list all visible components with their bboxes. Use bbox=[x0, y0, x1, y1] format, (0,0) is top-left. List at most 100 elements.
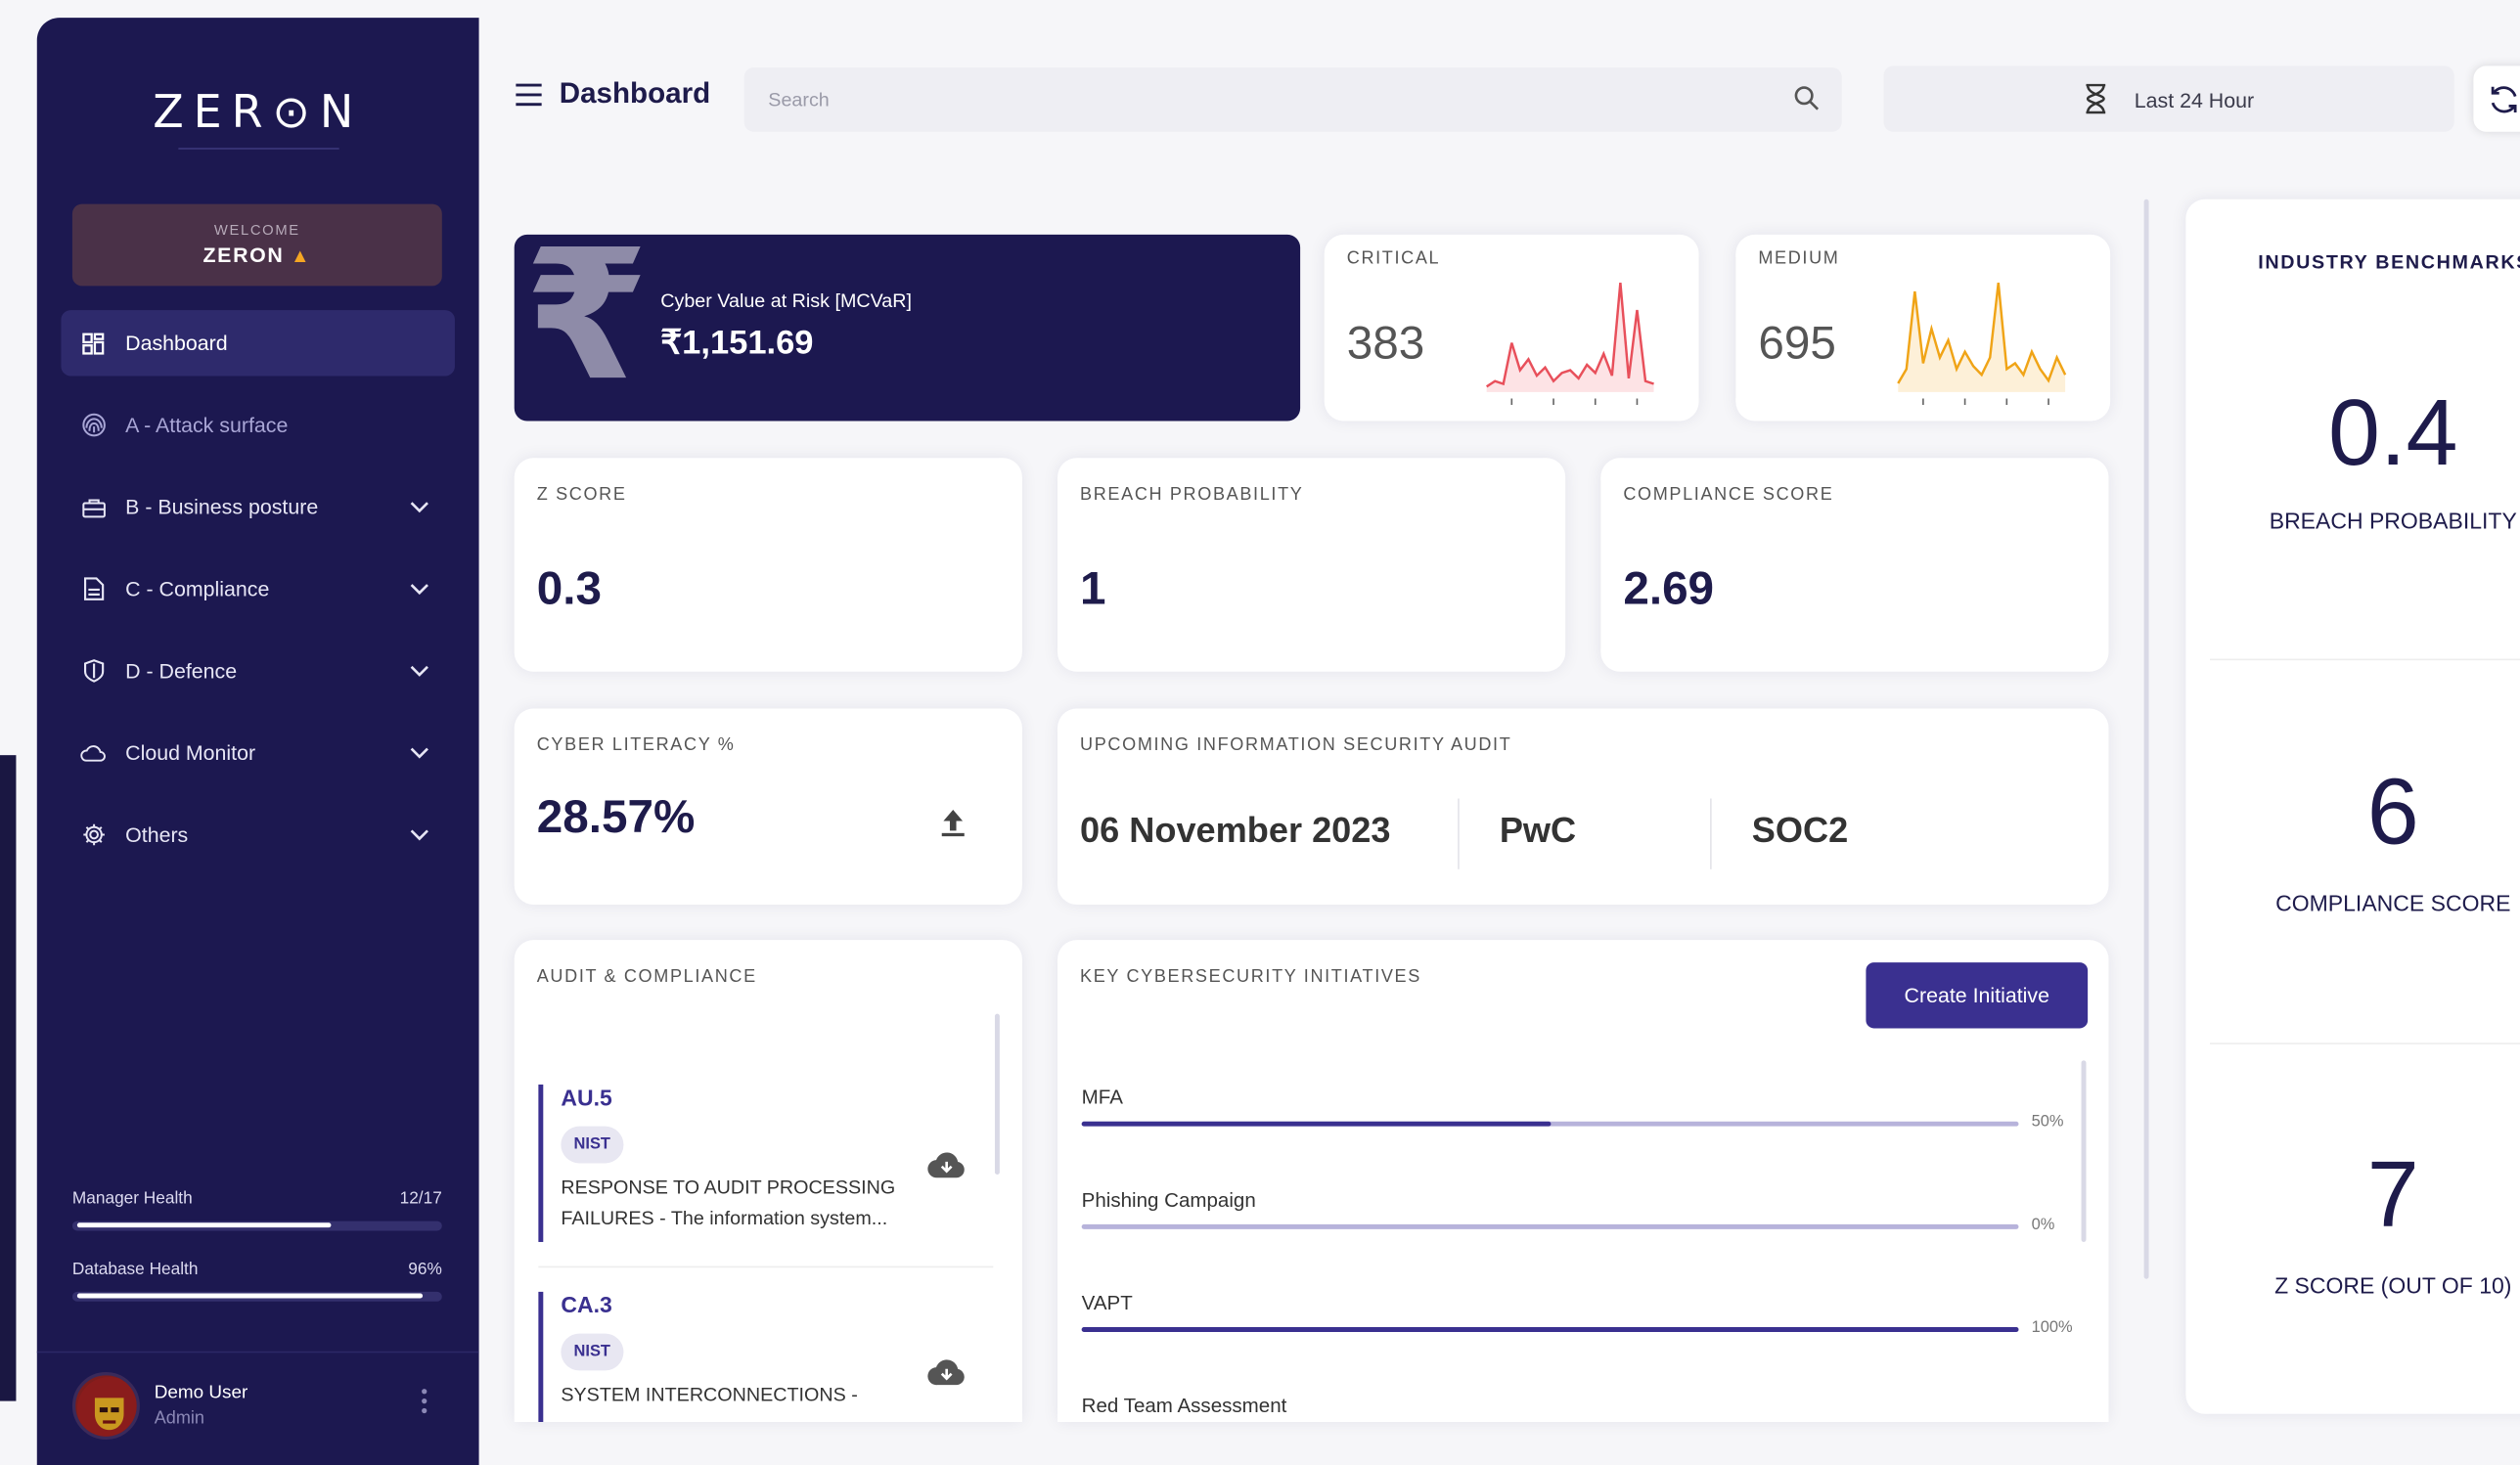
scrollbar[interactable] bbox=[2081, 1060, 2087, 1242]
benchmark-label: Z SCORE (OUT OF 10) bbox=[2274, 1272, 2512, 1299]
database-health-label: Database Health bbox=[71, 1260, 199, 1279]
chevron-down-icon[interactable] bbox=[410, 659, 429, 684]
page-title: Dashboard bbox=[515, 77, 710, 111]
list-item[interactable]: AU.5 NIST RESPONSE TO AUDIT PROCESSING FA… bbox=[538, 1084, 993, 1242]
breach-probability-label: BREACH PROBABILITY bbox=[1080, 485, 1304, 505]
benchmarks-title: INDUSTRY BENCHMARKS bbox=[2258, 250, 2520, 274]
scrollbar[interactable] bbox=[2143, 199, 2149, 1279]
logo: ZER⊙N bbox=[37, 85, 479, 138]
sidebar-item-others[interactable]: Others bbox=[61, 802, 455, 867]
sidebar-item-label: B - Business posture bbox=[125, 495, 319, 519]
cloud-download-icon[interactable] bbox=[927, 1150, 966, 1187]
initiative-item[interactable]: Red Team Assessment bbox=[1082, 1395, 2022, 1417]
cyber-literacy-label: CYBER LITERACY % bbox=[536, 735, 736, 756]
sidebar-item-label: Others bbox=[125, 822, 189, 847]
manager-health-value: 12/17 bbox=[399, 1188, 442, 1209]
sidebar-item-business-posture[interactable]: B - Business posture bbox=[61, 474, 455, 540]
z-score-label: Z SCORE bbox=[536, 485, 627, 505]
initiative-percent: 0% bbox=[2031, 1216, 2055, 1234]
avatar[interactable] bbox=[71, 1372, 140, 1441]
initiatives-card: KEY CYBERSECURITY INITIATIVES Create Ini… bbox=[1058, 940, 2109, 1422]
initiative-item[interactable]: VAPT 100% bbox=[1081, 1291, 2073, 1337]
upload-icon[interactable] bbox=[940, 808, 966, 845]
medium-sparkline bbox=[1897, 283, 2067, 406]
benchmark-value: 7 bbox=[2366, 1142, 2419, 1247]
warning-icon: ▲ bbox=[291, 244, 312, 267]
user-role: Admin bbox=[154, 1408, 204, 1429]
benchmark-label: COMPLIANCE SCORE bbox=[2275, 890, 2511, 916]
logo-mark: R bbox=[231, 85, 273, 139]
compliance-score-value: 2.69 bbox=[1623, 563, 1715, 616]
chevron-down-icon[interactable] bbox=[410, 822, 429, 847]
audit-compliance-card: AUDIT & COMPLIANCE AU.5 NIST RESPONSE TO… bbox=[514, 940, 1022, 1422]
time-range-select[interactable]: Last 24 Hour bbox=[1883, 66, 2454, 132]
sidebar-item-attack-surface[interactable]: A - Attack surface bbox=[61, 392, 455, 458]
sidebar-item-label: D - Defence bbox=[125, 658, 238, 684]
divider bbox=[1710, 798, 1712, 869]
refresh-icon bbox=[2488, 83, 2520, 123]
sidebar-item-compliance[interactable]: C - Compliance bbox=[61, 555, 455, 621]
z-score-value: 0.3 bbox=[536, 563, 602, 616]
cvar-card: ₹ Cyber Value at Risk [MCVaR] ₹1,151.69 bbox=[514, 234, 1301, 422]
cloud-download-icon[interactable] bbox=[927, 1357, 966, 1395]
manager-health: Manager Health 12/17 bbox=[71, 1188, 442, 1231]
more-options-icon[interactable] bbox=[420, 1388, 429, 1422]
logo-text: ZE bbox=[153, 85, 232, 139]
audit-auditor: PwC bbox=[1499, 810, 1577, 851]
background-strip bbox=[0, 755, 17, 1401]
chevron-down-icon[interactable] bbox=[410, 495, 429, 519]
sidebar-item-dashboard[interactable]: Dashboard bbox=[61, 310, 455, 377]
compliance-score-card: COMPLIANCE SCORE 2.69 bbox=[1600, 458, 2109, 672]
framework-badge: NIST bbox=[561, 1333, 624, 1371]
initiative-item[interactable]: Phishing Campaign 0% bbox=[1081, 1189, 2054, 1234]
benchmark-label: BREACH PROBABILITY bbox=[2269, 508, 2517, 534]
sidebar-item-label: Dashboard bbox=[125, 331, 228, 356]
create-initiative-button[interactable]: Create Initiative bbox=[1866, 962, 2089, 1029]
sidebar-item-label: Cloud Monitor bbox=[125, 740, 256, 766]
critical-value: 383 bbox=[1346, 318, 1425, 370]
initiative-name: Red Team Assessment bbox=[1081, 1395, 1287, 1418]
list-item[interactable]: CA.3 NIST SYSTEM INTERCONNECTIONS - bbox=[538, 1291, 993, 1422]
sidebar-item-defence[interactable]: D - Defence bbox=[61, 638, 455, 703]
initiative-percent: 50% bbox=[2031, 1113, 2064, 1132]
sidebar-item-cloud-monitor[interactable]: Cloud Monitor bbox=[61, 720, 455, 785]
search-placeholder: Search bbox=[768, 88, 830, 111]
user-profile[interactable]: Demo User Admin bbox=[36, 1351, 479, 1465]
initiative-name: VAPT bbox=[1081, 1291, 1133, 1314]
database-health-bar bbox=[71, 1291, 442, 1302]
search-input[interactable]: Search bbox=[743, 67, 1842, 132]
initiative-item[interactable]: MFA 50% bbox=[1081, 1087, 2064, 1132]
divider bbox=[2209, 1043, 2520, 1044]
initiative-progress-fill bbox=[1081, 1121, 1551, 1127]
divider bbox=[538, 1265, 994, 1268]
critical-sparkline bbox=[1486, 283, 1654, 406]
chevron-down-icon[interactable] bbox=[410, 740, 429, 765]
audit-date: 06 November 2023 bbox=[1080, 810, 1391, 851]
initiatives-label: KEY CYBERSECURITY INITIATIVES bbox=[1080, 967, 1421, 987]
divider bbox=[1458, 798, 1460, 869]
hamburger-menu-icon[interactable] bbox=[515, 82, 544, 106]
database-health-fill bbox=[76, 1293, 424, 1299]
search-icon[interactable] bbox=[1793, 85, 1820, 119]
industry-benchmarks-card: INDUSTRY BENCHMARKS 0.4 BREACH PROBABILI… bbox=[2185, 199, 2520, 1414]
manager-health-bar bbox=[71, 1221, 442, 1231]
grid-icon bbox=[80, 331, 106, 356]
control-description-2: FAILURES - The information system... bbox=[561, 1206, 888, 1229]
scrollbar[interactable] bbox=[994, 1013, 1000, 1175]
time-range-label: Last 24 Hour bbox=[2134, 88, 2255, 113]
critical-label: CRITICAL bbox=[1346, 248, 1441, 269]
audit-compliance-label: AUDIT & COMPLIANCE bbox=[536, 967, 757, 987]
upcoming-audit-label: UPCOMING INFORMATION SECURITY AUDIT bbox=[1080, 735, 1512, 756]
sidebar-nav: Dashboard A - Attack surface B - Busines… bbox=[61, 310, 455, 884]
hourglass-icon bbox=[2085, 83, 2107, 121]
cvar-title: Cyber Value at Risk [MCVaR] bbox=[660, 289, 912, 312]
initiative-progress bbox=[1081, 1223, 2019, 1229]
briefcase-icon bbox=[80, 494, 106, 519]
medium-label: MEDIUM bbox=[1758, 248, 1840, 269]
database-health-value: 96% bbox=[408, 1260, 442, 1279]
logo-divider bbox=[178, 148, 339, 150]
audit-standard: SOC2 bbox=[1751, 810, 1849, 851]
control-code: AU.5 bbox=[561, 1084, 612, 1111]
chevron-down-icon[interactable] bbox=[410, 577, 429, 601]
refresh-button[interactable] bbox=[2473, 66, 2520, 132]
